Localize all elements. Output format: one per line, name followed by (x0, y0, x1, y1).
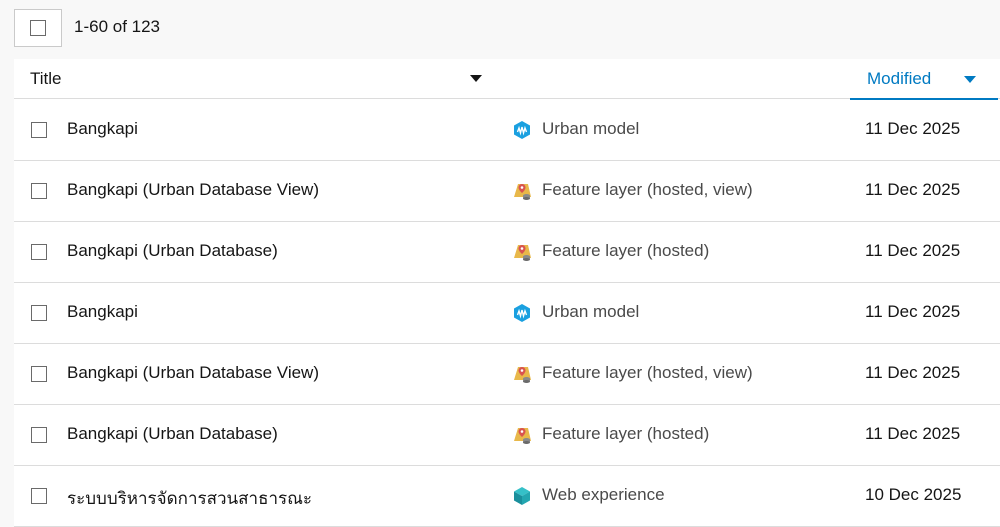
item-modified-date: 11 Dec 2025 (865, 363, 961, 382)
table-row[interactable]: Bangkapi Urban model 11 Dec 2025 (14, 100, 1000, 161)
modified-sort-label: Modified (867, 69, 932, 88)
item-title-link[interactable]: Bangkapi (Urban Database) (67, 424, 278, 444)
column-header-modified[interactable]: Modified (850, 59, 998, 100)
item-modified-date: 11 Dec 2025 (865, 302, 961, 321)
table-header: Title Modified (14, 59, 1000, 100)
row-checkbox[interactable] (31, 366, 47, 382)
item-modified-date: 11 Dec 2025 (865, 241, 961, 260)
item-modified-date: 11 Dec 2025 (865, 119, 961, 138)
title-sort-caret-icon[interactable] (470, 75, 482, 82)
item-title-link[interactable]: Bangkapi (Urban Database) (67, 241, 278, 261)
row-checkbox[interactable] (31, 244, 47, 260)
urban-model-icon (512, 303, 532, 323)
checkbox-box (30, 20, 46, 36)
item-type: Feature layer (hosted) (542, 241, 710, 260)
feature-layer-icon (512, 425, 532, 445)
item-type: Feature layer (hosted, view) (542, 180, 753, 199)
table-row[interactable]: Bangkapi (Urban Database) Feature layer (… (14, 222, 1000, 283)
item-type: Web experience (542, 485, 665, 504)
item-modified-date: 11 Dec 2025 (865, 424, 961, 443)
table-row[interactable]: Bangkapi (Urban Database View) Feature la… (14, 344, 1000, 405)
web-experience-icon (512, 486, 532, 506)
row-checkbox[interactable] (31, 305, 47, 321)
feature-layer-icon (512, 181, 532, 201)
table-row[interactable]: Bangkapi (Urban Database View) Feature la… (14, 161, 1000, 222)
row-checkbox[interactable] (31, 122, 47, 138)
item-title-link[interactable]: Bangkapi (Urban Database View) (67, 363, 319, 383)
item-modified-date: 11 Dec 2025 (865, 180, 961, 199)
row-checkbox[interactable] (31, 488, 47, 504)
chevron-down-icon (964, 76, 976, 83)
feature-layer-icon (512, 364, 532, 384)
row-checkbox[interactable] (31, 183, 47, 199)
item-type: Feature layer (hosted, view) (542, 363, 753, 382)
item-type: Urban model (542, 119, 640, 138)
feature-layer-icon (512, 242, 532, 262)
item-type: Feature layer (hosted) (542, 424, 710, 443)
column-header-title[interactable]: Title (30, 69, 62, 89)
row-checkbox[interactable] (31, 427, 47, 443)
table-row[interactable]: Bangkapi (Urban Database) Feature layer (… (14, 405, 1000, 466)
select-all-checkbox[interactable] (14, 9, 62, 47)
items-table: Title Modified Bangkapi Urban model 11 Dec… (14, 59, 1000, 527)
table-row[interactable]: ระบบบริหารจัดการสวนสาธารณะ Web experience… (14, 466, 1000, 527)
item-modified-date: 10 Dec 2025 (865, 485, 962, 504)
table-row[interactable]: Bangkapi Urban model 11 Dec 2025 (14, 283, 1000, 344)
toolbar: 1-60 of 123 (0, 0, 1000, 59)
item-title-link[interactable]: Bangkapi (Urban Database View) (67, 180, 319, 200)
item-title-link[interactable]: Bangkapi (67, 302, 138, 322)
item-title-link[interactable]: ระบบบริหารจัดการสวนสาธารณะ (67, 485, 312, 512)
urban-model-icon (512, 120, 532, 140)
item-title-link[interactable]: Bangkapi (67, 119, 138, 139)
item-type: Urban model (542, 302, 640, 321)
item-count: 1-60 of 123 (74, 17, 161, 36)
